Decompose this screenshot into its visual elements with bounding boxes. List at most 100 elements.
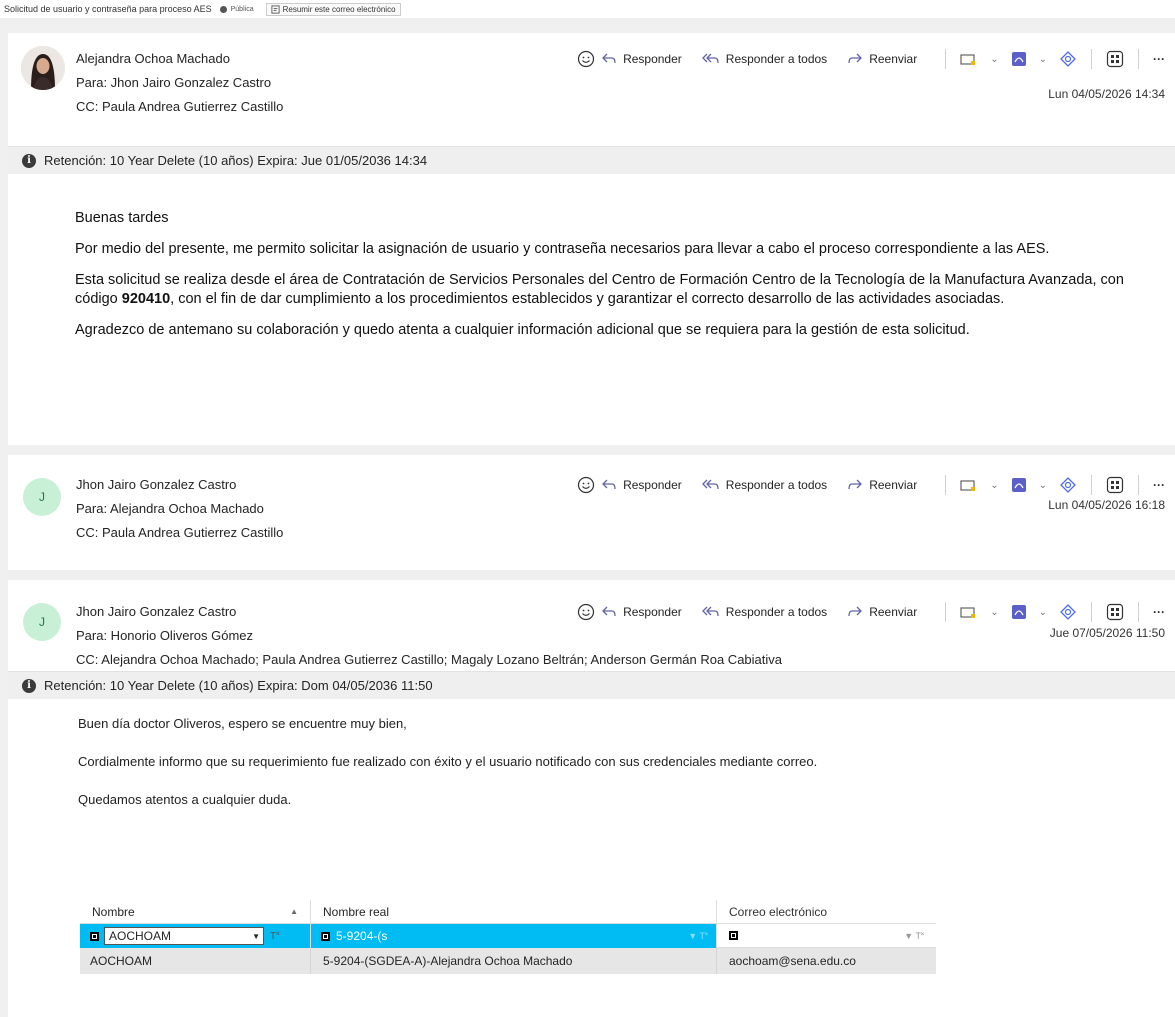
forward-button[interactable]: Reenviar [847,52,917,66]
filter-cell-nombre[interactable]: AOCHOAM ▼ T˟ [80,924,310,948]
pdf-button[interactable] [1011,477,1027,493]
sender-name[interactable]: Jhon Jairo Gonzalez Castro [76,473,283,497]
reply-all-button[interactable]: Responder a todos [701,605,828,619]
reply-all-button[interactable]: Responder a todos [701,478,827,492]
info-icon: i [22,153,36,168]
clear-filter-icon[interactable]: ▼ T˟ [688,931,708,941]
categorize-button[interactable] [960,52,978,66]
body-paragraph: Buenas tardes [75,210,169,226]
message-body: Buenas tardes Por medio del presente, me… [75,209,1165,352]
pdf-button[interactable] [1011,604,1027,620]
subject-title: Solicitud de usuario y contraseña para p… [4,4,212,14]
message-card-2[interactable]: J Jhon Jairo Gonzalez Castro Para: Aleja… [8,455,1175,570]
checkbox-icon[interactable] [321,931,330,941]
divider [1138,475,1139,495]
emoji-reaction-button[interactable] [577,50,595,68]
grid-header-nombre-real[interactable]: Nombre real [310,900,716,924]
chevron-down-icon[interactable]: ⌄ [990,480,998,491]
acrobat-icon [1011,605,1026,619]
loop-button[interactable] [1059,50,1077,68]
cc-line[interactable]: CC: Paula Andrea Gutierrez Castillo [76,521,283,545]
chevron-down-icon[interactable]: ⌄ [1039,607,1047,618]
body-paragraph: Por medio del presente, me permito solic… [75,241,1050,257]
to-line[interactable]: Para: Jhon Jairo Gonzalez Castro [76,71,283,95]
cc-line[interactable]: CC: Paula Andrea Gutierrez Castillo [76,95,283,119]
sensitivity-dot-icon [219,5,227,13]
reply-label: Responder [623,605,682,619]
loop-button[interactable] [1059,603,1077,621]
info-icon: i [22,678,36,693]
apps-button[interactable] [1106,603,1124,621]
filter-cell-correo[interactable]: ▼ T˟ [716,924,936,948]
sender-avatar-photo[interactable] [21,46,65,90]
loop-icon [1060,604,1076,620]
filter-input-nombre[interactable]: AOCHOAM ▼ [104,927,264,945]
emoji-reaction-button[interactable] [577,603,595,621]
divider [1138,602,1139,622]
clear-filter-icon[interactable]: T˟ [270,931,279,942]
reply-all-icon [701,53,719,64]
filter-cell-nombre-real[interactable]: 5-9204-(s ▼ T˟ [310,924,716,948]
smiley-icon [577,603,595,621]
cc-line[interactable]: CC: Alejandra Ochoa Machado; Paula Andre… [76,648,782,672]
sender-name[interactable]: Alejandra Ochoa Machado [76,47,283,71]
message-actions: Responder Responder a todos Reenviar ⌄ ⌄… [577,475,1165,495]
grid-header-nombre[interactable]: Nombre ▲ [80,900,310,924]
more-options-button[interactable]: ··· [1153,478,1165,492]
divider [945,602,947,622]
grid-cell[interactable]: AOCHOAM [80,948,310,974]
loop-icon [1060,477,1076,493]
sender-avatar[interactable]: J [23,478,61,516]
reply-button[interactable]: Responder [601,478,682,492]
tag-icon [960,480,976,491]
apps-button[interactable] [1106,50,1124,68]
chevron-down-icon[interactable]: ⌄ [1039,54,1047,65]
forward-icon [848,479,863,490]
message-actions: Responder Responder a todos Reenviar ⌄ ⌄… [577,49,1165,69]
checkbox-icon[interactable] [90,931,99,941]
reply-all-button[interactable]: Responder a todos [701,52,827,66]
reply-label: Responder [623,52,682,66]
categorize-button[interactable] [960,605,978,619]
smiley-icon [577,476,595,494]
filter-input-nombre-real[interactable]: 5-9204-(s [336,929,387,943]
body-paragraph: Cordialmente informo que su requerimient… [78,754,818,769]
reply-all-label: Responder a todos [725,605,828,619]
grid-cell[interactable]: 5-9204-(SGDEA-A)-Alejandra Ochoa Machado [310,948,716,974]
sender-avatar[interactable]: J [23,603,61,641]
chevron-down-icon[interactable]: ⌄ [1039,480,1047,491]
retention-text: Retención: 10 Year Delete (10 años) Expi… [44,678,433,693]
forward-button[interactable]: Reenviar [847,605,917,619]
grid-cell[interactable]: aochoam@sena.edu.co [716,948,936,974]
reply-button[interactable]: Responder [601,52,682,66]
loop-button[interactable] [1059,476,1077,494]
pdf-button[interactable] [1011,51,1027,67]
acrobat-icon [1011,52,1026,66]
tag-icon [960,607,976,618]
message-date: Jue 07/05/2026 11:50 [1049,626,1165,640]
reply-button[interactable]: Responder [601,605,682,619]
clear-filter-icon[interactable]: ▼ T˟ [904,931,924,941]
reply-icon [602,479,616,490]
emoji-reaction-button[interactable] [577,476,595,494]
summarize-label: Resumir este correo electrónico [282,4,396,14]
divider [1091,475,1092,495]
tag-icon [960,54,976,65]
to-line[interactable]: Para: Honorio Oliveros Gómez [76,624,782,648]
grid-header-correo[interactable]: Correo electrónico [716,900,936,924]
more-options-button[interactable]: ··· [1153,605,1165,619]
apps-button[interactable] [1106,476,1124,494]
retention-banner: i Retención: 10 Year Delete (10 años) Ex… [8,671,1175,699]
checkbox-icon[interactable] [729,931,738,940]
chevron-down-icon[interactable]: ⌄ [990,607,998,618]
reply-icon [602,606,616,617]
summarize-button[interactable]: Resumir este correo electrónico [265,2,401,16]
message-card-3: J Jhon Jairo Gonzalez Castro Para: Honor… [8,580,1175,1017]
forward-button[interactable]: Reenviar [847,478,917,492]
sensitivity-label[interactable]: Pública [231,6,254,13]
categorize-button[interactable] [960,478,978,492]
chevron-down-icon[interactable]: ⌄ [990,54,998,65]
forward-label: Reenviar [869,478,918,492]
to-line[interactable]: Para: Alejandra Ochoa Machado [76,497,283,521]
more-options-button[interactable]: ··· [1153,52,1165,66]
